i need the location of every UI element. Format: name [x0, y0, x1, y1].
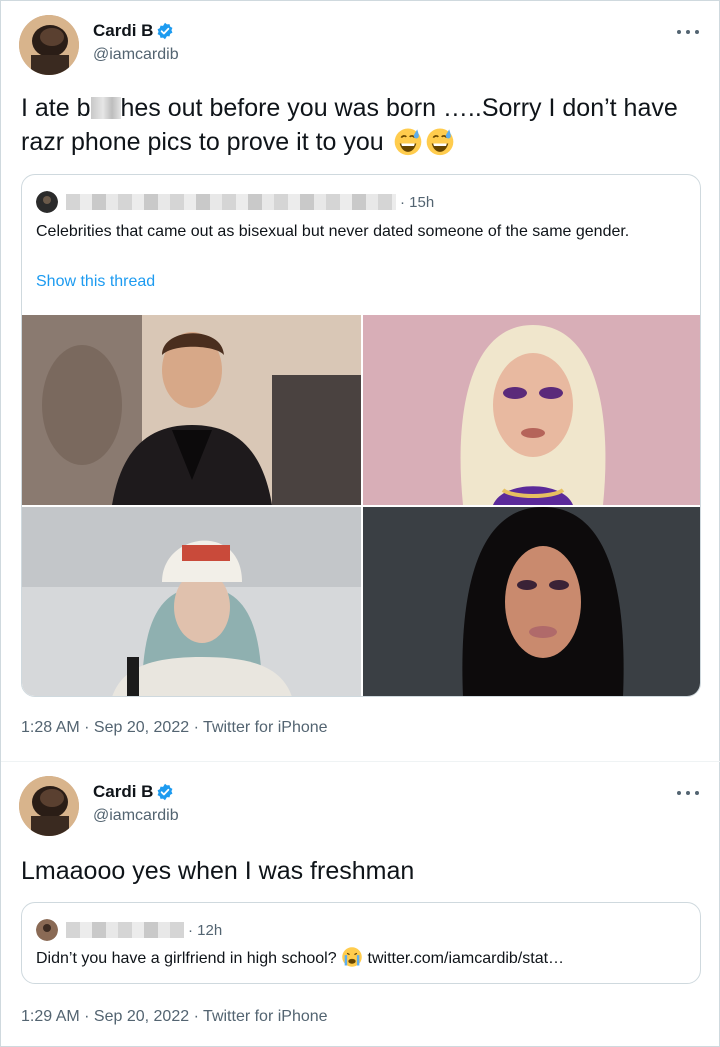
show-thread-link[interactable]: Show this thread: [36, 273, 155, 291]
tweet-text: Lmaaooo yes when I was freshman: [21, 857, 415, 885]
tweet-header: Cardi B @iamcardib: [19, 776, 703, 836]
tweet-text: I ate b hes out before you was born …..So…: [21, 91, 701, 159]
avatar[interactable]: [19, 776, 79, 836]
redaction-blur: [90, 97, 121, 119]
tweet-text-part: I ate b: [21, 94, 91, 122]
crying-face-emoji: [342, 947, 362, 967]
quoted-tweet-header: · 12h: [36, 919, 222, 941]
verified-badge-icon: [158, 783, 173, 801]
avatar[interactable]: [19, 15, 79, 75]
quoted-tweet-text-part: Didn’t you have a girlfriend in high sch…: [36, 950, 337, 967]
quoted-tweet[interactable]: · 15h Celebrities that came out as bisex…: [21, 174, 701, 697]
quoted-tweet[interactable]: · 12h Didn’t you have a girlfriend in hi…: [21, 902, 701, 984]
more-options-icon[interactable]: [677, 786, 699, 800]
tweet-header: Cardi B @iamcardib: [19, 15, 703, 75]
quoted-tweet-header: · 15h: [36, 191, 434, 213]
quoted-tweet-text: Celebrities that came out as bisexual bu…: [36, 223, 630, 240]
tweet-meta[interactable]: 1:29 AM · Sep 20, 2022 · Twitter for iPh…: [21, 1008, 328, 1026]
more-options-icon[interactable]: [677, 25, 699, 39]
quoted-avatar[interactable]: [36, 919, 58, 941]
verified-badge-icon: [158, 22, 173, 40]
redacted-username: [66, 922, 184, 938]
grinning-sweat-emoji: [426, 128, 453, 156]
author-name[interactable]: Cardi B: [93, 21, 153, 41]
tweet[interactable]: Cardi B @iamcardib Lmaaooo yes when I wa…: [1, 761, 720, 1047]
media-grid: [22, 315, 700, 696]
quoted-avatar[interactable]: [36, 191, 58, 213]
redacted-username: [66, 194, 396, 210]
man-portrait-photo[interactable]: [22, 315, 361, 505]
tweet-meta[interactable]: 1:28 AM · Sep 20, 2022 · Twitter for iPh…: [21, 719, 328, 737]
author-name[interactable]: Cardi B: [93, 782, 153, 802]
quoted-tweet-time[interactable]: · 12h: [188, 922, 222, 939]
quoted-tweet-time[interactable]: · 15h: [400, 194, 434, 211]
tweet-thread: Cardi B @iamcardib I ate b hes out before…: [0, 0, 720, 1047]
beanie-girl-portrait-photo[interactable]: [22, 507, 361, 696]
grinning-sweat-emoji: [394, 128, 421, 156]
dark-hair-woman-portrait-photo[interactable]: [363, 507, 700, 696]
blonde-woman-portrait-photo[interactable]: [363, 315, 700, 505]
author-handle[interactable]: @iamcardib: [93, 807, 179, 825]
tweet[interactable]: Cardi B @iamcardib I ate b hes out before…: [1, 1, 720, 761]
author-handle[interactable]: @iamcardib: [93, 46, 179, 64]
quoted-tweet-text: Didn’t you have a girlfriend in high sch…: [36, 946, 686, 970]
tweet-link[interactable]: twitter.com/iamcardib/stat…: [368, 950, 565, 967]
